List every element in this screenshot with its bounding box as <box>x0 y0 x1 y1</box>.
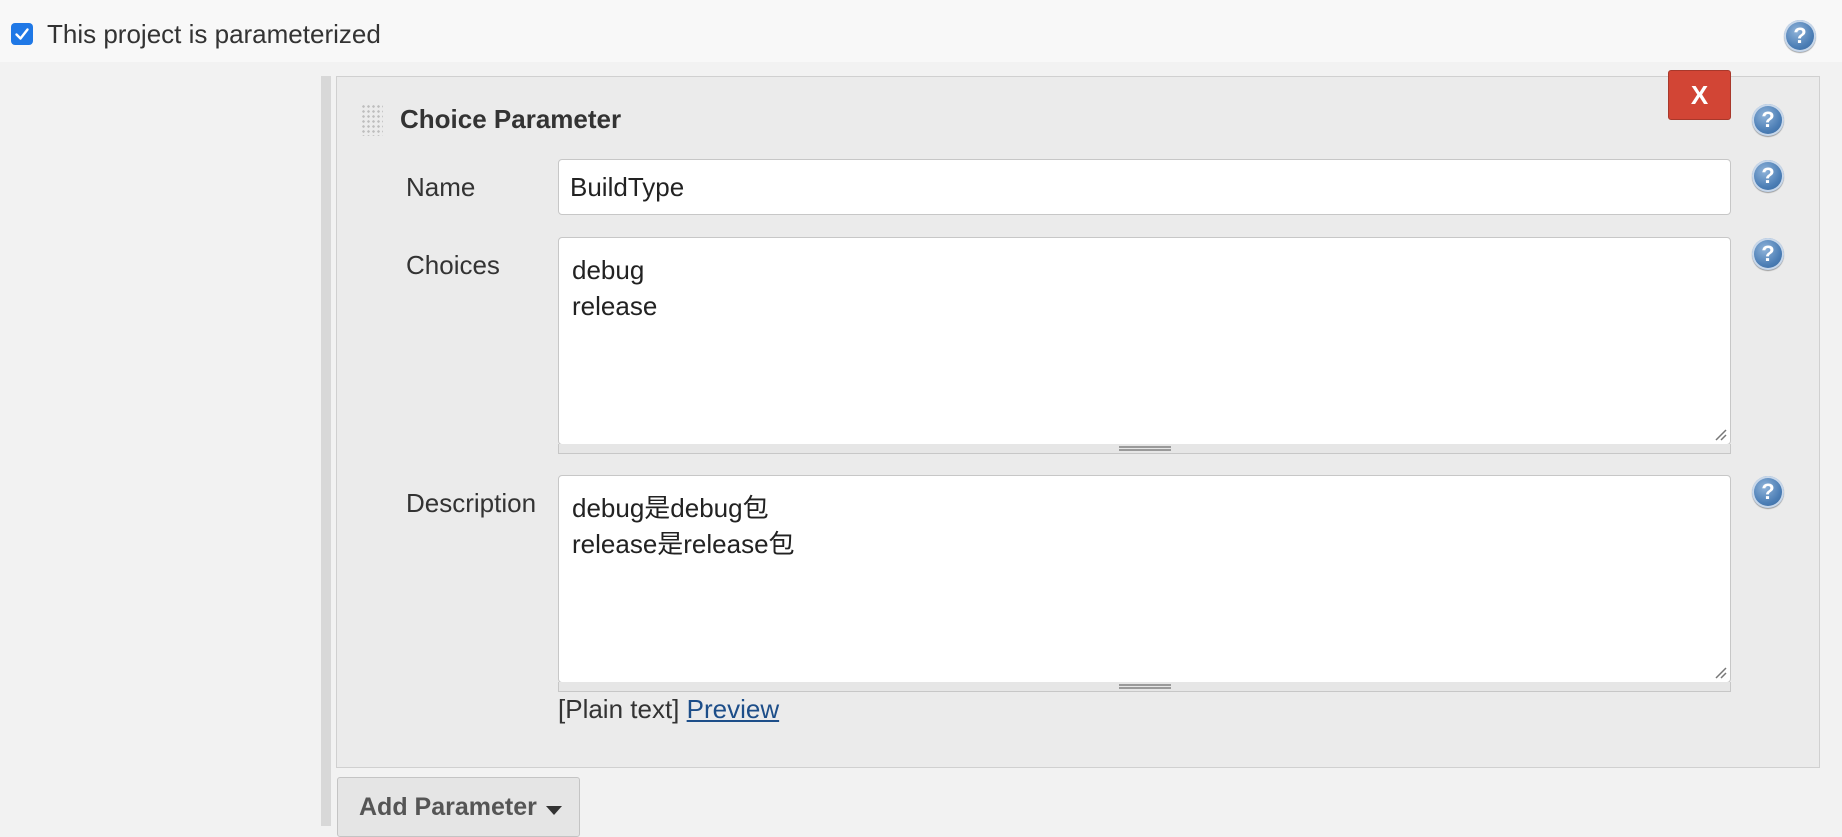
delete-parameter-button[interactable]: X <box>1668 70 1731 120</box>
help-icon[interactable]: ? <box>1752 476 1784 508</box>
description-line: release是release包 <box>572 529 795 559</box>
name-input[interactable]: BuildType <box>558 159 1731 215</box>
grip-icon <box>1119 684 1171 689</box>
description-resize-bar[interactable] <box>558 682 1731 692</box>
add-parameter-label: Add Parameter <box>359 793 537 821</box>
add-parameter-button[interactable]: Add Parameter <box>337 777 580 837</box>
choices-resize-bar[interactable] <box>558 444 1731 454</box>
panel-indent-bar <box>321 76 331 826</box>
drag-handle-icon[interactable] <box>361 104 383 136</box>
help-icon[interactable]: ? <box>1752 160 1784 192</box>
checkmark-icon <box>15 28 29 40</box>
help-icon[interactable]: ? <box>1752 238 1784 270</box>
help-icon[interactable]: ? <box>1752 104 1784 136</box>
help-icon[interactable]: ? <box>1784 20 1816 52</box>
name-label: Name <box>406 172 476 202</box>
resize-handle-icon[interactable] <box>1713 665 1727 679</box>
parameterized-label[interactable]: This project is parameterized <box>47 19 381 50</box>
question-mark-icon: ? <box>1761 241 1775 266</box>
preview-link[interactable]: Preview <box>687 694 779 724</box>
choices-label: Choices <box>406 250 500 280</box>
format-note: [Plain text] Preview <box>558 694 779 725</box>
description-label: Description <box>406 488 537 518</box>
question-mark-icon: ? <box>1761 163 1775 188</box>
question-mark-icon: ? <box>1761 107 1775 132</box>
choices-line: release <box>572 291 658 321</box>
choices-line: debug <box>572 255 645 285</box>
plain-text-label: [Plain text] <box>558 694 680 724</box>
caret-down-icon <box>546 806 562 815</box>
question-mark-icon: ? <box>1793 23 1807 48</box>
parameter-title: Choice Parameter <box>400 104 622 134</box>
question-mark-icon: ? <box>1761 479 1775 504</box>
parameterized-checkbox[interactable] <box>11 23 33 45</box>
description-line: debug是debug包 <box>572 493 769 523</box>
choices-textarea[interactable]: debug release <box>558 237 1731 445</box>
resize-handle-icon[interactable] <box>1713 427 1727 441</box>
description-textarea[interactable]: debug是debug包 release是release包 <box>558 475 1731 683</box>
grip-icon <box>1119 446 1171 451</box>
